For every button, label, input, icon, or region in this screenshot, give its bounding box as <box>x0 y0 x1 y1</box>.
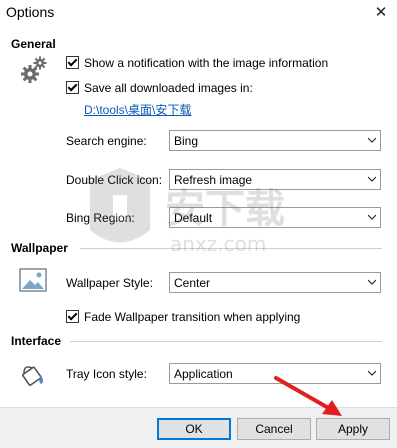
close-icon[interactable]: ✕ <box>370 2 392 24</box>
title-bar: Options ✕ <box>0 0 397 26</box>
search-engine-label: Search engine: <box>66 134 147 148</box>
save-images-checkbox[interactable] <box>66 81 79 94</box>
ok-button[interactable]: OK <box>157 418 231 440</box>
tray-icon-style-label: Tray Icon style: <box>66 367 147 381</box>
tray-icon-style-value: Application <box>174 367 233 381</box>
chevron-down-icon <box>368 176 376 182</box>
save-images-label: Save all downloaded images in: <box>84 81 253 95</box>
section-general-heading: General <box>11 37 56 51</box>
watermark-text: anxz.com <box>170 232 267 256</box>
wallpaper-style-label: Wallpaper Style: <box>66 276 153 290</box>
fade-transition-label: Fade Wallpaper transition when applying <box>84 310 301 324</box>
wallpaper-style-select[interactable]: Center <box>169 272 381 293</box>
section-wallpaper-heading: Wallpaper <box>11 241 68 255</box>
chevron-down-icon <box>368 370 376 376</box>
search-engine-select[interactable]: Bing <box>169 130 381 151</box>
gears-icon <box>20 55 48 85</box>
bing-region-select[interactable]: Default <box>169 207 381 228</box>
chevron-down-icon <box>368 214 376 220</box>
double-click-select[interactable]: Refresh image <box>169 169 381 190</box>
fade-transition-checkbox[interactable] <box>66 310 79 323</box>
bing-region-value: Default <box>174 211 213 225</box>
annotation-arrow-icon <box>274 376 342 416</box>
paint-bucket-icon <box>19 361 47 389</box>
bing-region-label: Bing Region: <box>66 211 135 225</box>
wallpaper-style-value: Center <box>174 276 211 290</box>
chevron-down-icon <box>368 137 376 143</box>
show-notification-label: Show a notification with the image infor… <box>84 56 329 70</box>
double-click-value: Refresh image <box>174 173 253 187</box>
double-click-label: Double Click icon: <box>66 173 163 187</box>
window-title: Options <box>6 4 55 20</box>
save-path-link[interactable]: D:\tools\桌面\安下载 <box>84 101 191 118</box>
chevron-down-icon <box>368 279 376 285</box>
picture-icon <box>19 268 47 292</box>
section-interface-heading: Interface <box>11 334 62 348</box>
search-engine-value: Bing <box>174 134 199 148</box>
wallpaper-divider <box>80 248 382 249</box>
show-notification-checkbox[interactable] <box>66 56 79 69</box>
interface-divider <box>70 341 382 342</box>
